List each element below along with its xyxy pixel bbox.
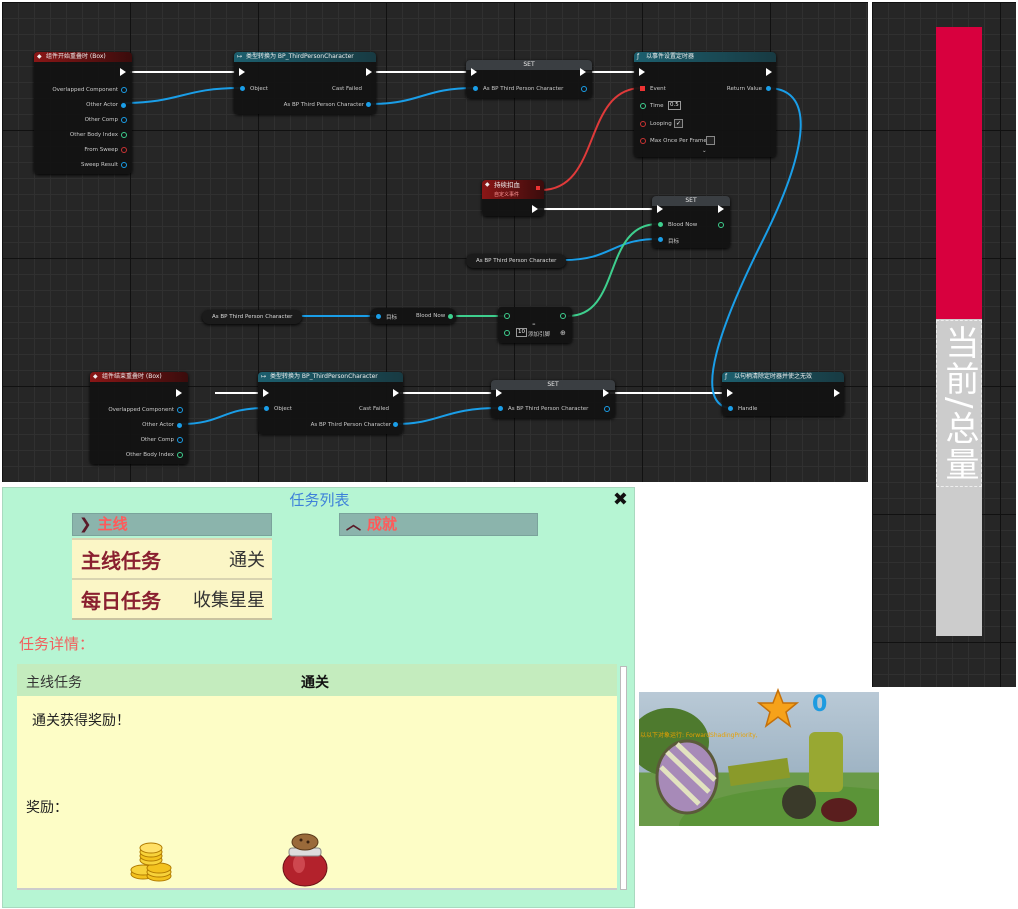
chevron-up-icon: ︿: [346, 515, 362, 533]
render-warning-text: 以以下对象运行: ForwardShadingPriority,: [640, 732, 758, 739]
object-wire: [563, 238, 659, 261]
quest-item-main[interactable]: 主线任务 通关: [72, 538, 272, 580]
health-bar-label: 当前/总量: [939, 324, 979, 483]
get-blood-node[interactable]: 目标 Blood Now: [370, 308, 456, 324]
set-node-2[interactable]: SET Blood Now 目标: [652, 196, 730, 248]
cast-node-2[interactable]: ↦ 类型转换为 BP_ThirdPersonCharacter Object Ca…: [258, 372, 403, 434]
star-icon: [757, 688, 799, 728]
quest-detail-box: 主线任务 通关 通关获得奖励！ 奖励：: [17, 664, 617, 890]
object-wire: [180, 407, 266, 425]
health-bar-label-box: 当前/总量: [936, 320, 982, 487]
expand-arrow-icon[interactable]: ⌄: [702, 148, 707, 154]
object-wire: [393, 407, 501, 425]
subtract-value-input[interactable]: 10: [516, 328, 527, 337]
delegate-wire: [540, 87, 643, 191]
detail-description: 通关获得奖励！: [32, 713, 130, 729]
float-wire: [567, 223, 659, 317]
detail-header: 主线任务 通关: [17, 664, 617, 696]
set-node-1[interactable]: SET As BP Third Person Character: [466, 60, 592, 98]
blueprint-graph-panel[interactable]: ◆ 组件开始重叠时 (Box) Overlapped Component Othe…: [2, 2, 868, 482]
quest-panel: 任务列表 ✖ ❯ 主线 ︿ 成就 主线任务 通关 每日任务 收集星星 任务详情： 主…: [2, 487, 635, 908]
time-input[interactable]: 0.5: [668, 101, 681, 110]
detail-label: 任务详情：: [19, 635, 95, 653]
coins-icon: [130, 842, 172, 882]
cast-node-1[interactable]: ↦ 类型转换为 BP_ThirdPersonCharacter Object Ca…: [234, 52, 376, 114]
end-overlap-event-node[interactable]: ◆ 组件结束重叠时 (Box) Overlapped Component Othe…: [90, 372, 188, 464]
variable-node-left[interactable]: As BP Third Person Character: [202, 310, 303, 324]
quest-item-daily[interactable]: 每日任务 收集星星: [72, 578, 272, 620]
add-pin-icon[interactable]: ⊕: [560, 329, 566, 337]
tab-achievements[interactable]: ︿ 成就: [339, 513, 538, 536]
begin-overlap-event-node[interactable]: ◆ 组件开始重叠时 (Box) Overlapped Component Othe…: [34, 52, 132, 174]
tab-main[interactable]: ❯ 主线: [72, 513, 272, 536]
clear-timer-node[interactable]: ƒ 以句柄清除定时器并使之无效 Handle: [722, 372, 844, 416]
star-score: 0: [812, 692, 828, 717]
object-wire: [121, 87, 241, 104]
max-once-checkbox[interactable]: [706, 136, 715, 145]
detail-scrollbar[interactable]: [620, 666, 627, 890]
jam-jar-icon: [282, 833, 328, 887]
subtract-node[interactable]: - 10 添加引脚 ⊕: [498, 307, 572, 343]
chevron-down-icon: ❯: [79, 515, 92, 533]
custom-event-node[interactable]: ◆ 持续扣血 自定义事件: [482, 180, 544, 216]
rewards-label: 奖励：: [26, 800, 68, 816]
variable-node-right[interactable]: As BP Third Person Character: [466, 254, 567, 268]
looping-checkbox[interactable]: ✓: [674, 119, 683, 128]
close-icon[interactable]: ✖: [613, 488, 628, 512]
quest-panel-title: 任务列表: [289, 491, 350, 509]
object-wire: [368, 87, 476, 105]
set-node-3[interactable]: SET As BP Third Person Character: [491, 380, 615, 418]
health-bar-fill: [936, 27, 982, 319]
set-timer-by-event-node[interactable]: ƒ 以事件设置定时器 Event Return Value Time 0.5 Lo…: [634, 52, 776, 157]
